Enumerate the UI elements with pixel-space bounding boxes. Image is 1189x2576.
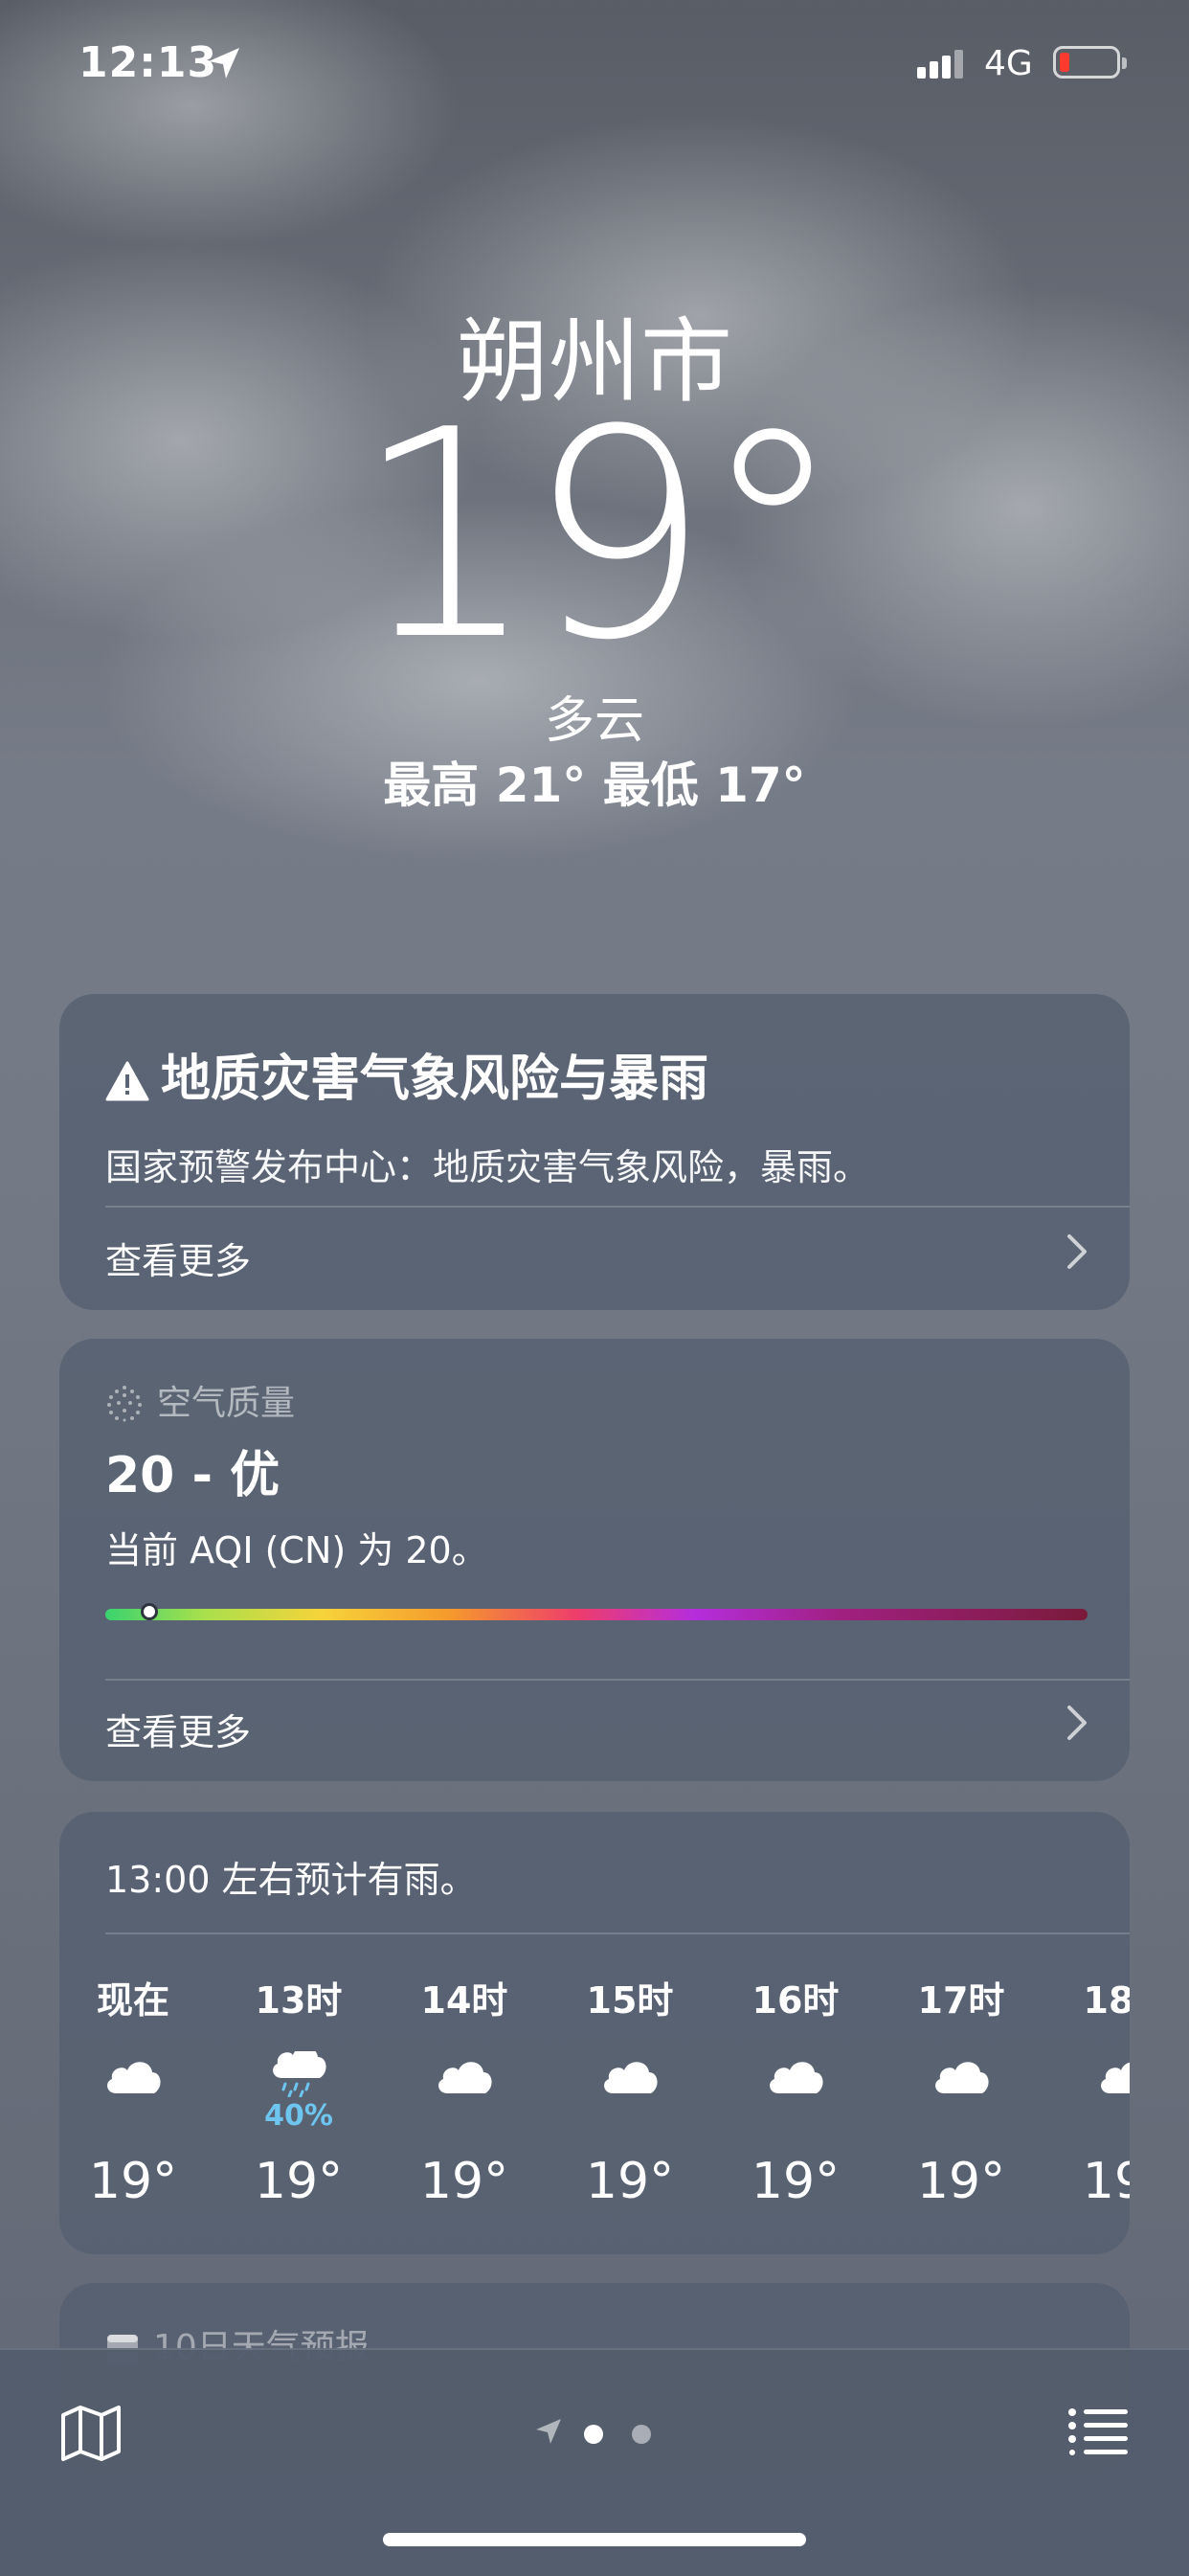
hour-label: 14时 <box>420 1979 508 2022</box>
air-quality-card[interactable]: 空气质量 20 - 优 当前 AQI (CN) 为 20。 查看更多 <box>59 1339 1130 1781</box>
hourly-forecast-card[interactable]: 13:00 左右预计有雨。 现在 19° 13时 40% 19° 14时 19° 15时 19°… <box>59 1812 1130 2254</box>
alert-title: 地质灾害气象风险与暴雨 <box>105 1038 708 1110</box>
hour-temperature: 19° <box>88 2153 178 2210</box>
page-dot-current <box>584 2425 603 2444</box>
hour-temperature: 19° <box>419 2153 509 2210</box>
aqi-scale-bar <box>105 1609 1088 1620</box>
cloud-icon <box>102 2051 164 2097</box>
current-temperature: 19° <box>354 369 844 703</box>
cloud-icon <box>931 2051 992 2097</box>
hour-label: 15时 <box>586 1979 674 2022</box>
precipitation-chance: 40% <box>264 2099 333 2133</box>
hour-temperature: 19° <box>254 2153 344 2210</box>
cloud-icon <box>599 2051 661 2097</box>
alert-see-more[interactable]: 查看更多 <box>105 1232 251 1284</box>
hour-label: 18时 <box>1083 1979 1130 2022</box>
air-quality-icon <box>107 1386 142 1422</box>
chevron-right-icon <box>1067 1234 1087 1269</box>
hour-temperature: 19° <box>585 2153 675 2210</box>
cloud-icon <box>1096 2051 1130 2097</box>
alert-card[interactable]: 地质灾害气象风险与暴雨 国家预警发布中心：地质灾害气象风险，暴雨。 查看更多 <box>59 994 1130 1310</box>
cloud-icon <box>434 2051 495 2097</box>
cloud-rain-icon <box>268 2046 329 2098</box>
map-icon[interactable] <box>59 2404 123 2463</box>
list-icon[interactable] <box>1068 2407 1128 2455</box>
location-page-icon <box>536 2419 561 2444</box>
hour-temperature: 19° <box>1082 2153 1130 2210</box>
divider <box>105 1206 1130 1208</box>
status-bar: 12:13 4G <box>0 0 1189 124</box>
alert-body: 国家预警发布中心：地质灾害气象风险，暴雨。 <box>105 1146 870 1188</box>
hour-temperature: 19° <box>751 2153 841 2210</box>
high-low-temperature: 最高 21° 最低 17° <box>383 757 806 813</box>
status-time: 12:13 <box>79 38 218 87</box>
air-quality-see-more[interactable]: 查看更多 <box>105 1703 251 1755</box>
divider <box>105 1932 1130 1934</box>
battery-icon <box>1053 46 1127 79</box>
location-arrow-icon <box>209 48 239 79</box>
rain-forecast-note: 13:00 左右预计有雨。 <box>105 1859 477 1901</box>
hour-label: 13时 <box>255 1979 343 2022</box>
hour-label: 16时 <box>752 1979 840 2022</box>
home-indicator[interactable] <box>383 2533 806 2546</box>
hour-label: 现在 <box>96 1979 169 2022</box>
air-quality-header: 空气质量 <box>105 1375 295 1425</box>
page-indicator[interactable] <box>534 2413 659 2452</box>
divider <box>105 1679 1130 1681</box>
alert-title-text: 地质灾害气象风险与暴雨 <box>161 1051 709 1108</box>
page-dot <box>632 2425 651 2444</box>
aqi-value: 20 - 优 <box>105 1447 280 1504</box>
warning-icon <box>105 1061 149 1101</box>
hour-temperature: 19° <box>916 2153 1006 2210</box>
hourly-forecast-list[interactable]: 现在 19° 13时 40% 19° 14时 19° 15时 19° 16时 19° 17时 19° 18… <box>59 1971 1130 2248</box>
hour-label: 17时 <box>917 1979 1005 2022</box>
weather-condition: 多云 <box>544 692 644 750</box>
network-type: 4G <box>984 44 1033 83</box>
cloud-icon <box>765 2051 826 2097</box>
aqi-description: 当前 AQI (CN) 为 20。 <box>105 1529 488 1571</box>
air-quality-header-text: 空气质量 <box>157 1384 296 1423</box>
cellular-signal-icon <box>917 50 963 79</box>
chevron-right-icon <box>1067 1706 1087 1740</box>
